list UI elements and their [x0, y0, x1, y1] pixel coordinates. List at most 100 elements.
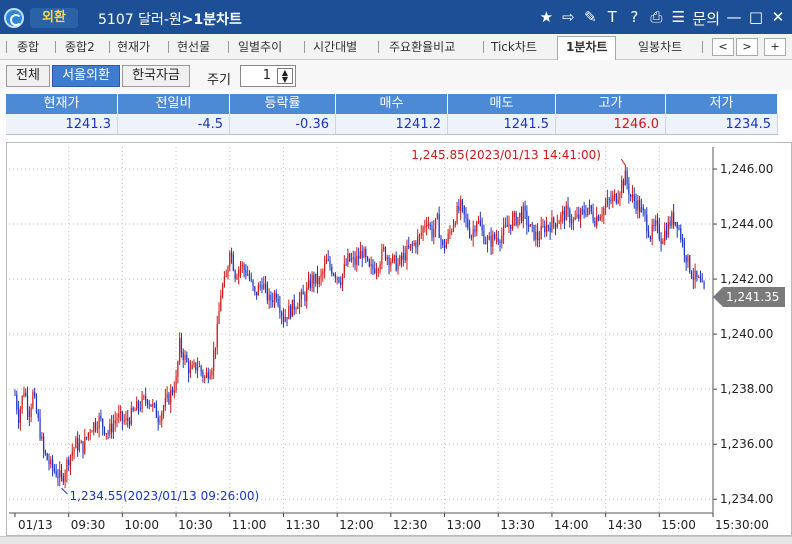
candle-body: [388, 257, 390, 266]
candle-body: [180, 338, 183, 353]
candle-body: [365, 249, 367, 257]
candle-body: [542, 225, 544, 227]
tab-tick-chart[interactable]: Tick차트: [491, 38, 537, 55]
candle-body: [581, 209, 583, 211]
tab-prev-button[interactable]: <: [712, 38, 734, 56]
candle-body: [613, 193, 616, 197]
candle-body: [284, 317, 286, 322]
maximize-icon[interactable]: □: [748, 8, 764, 29]
candle-body: [678, 228, 680, 230]
candle-body: [309, 280, 311, 289]
candle-body: [347, 253, 349, 265]
candle-body: [658, 223, 660, 239]
candle-body: [322, 271, 324, 274]
candle-body: [630, 194, 632, 197]
candle-body: [615, 193, 617, 203]
candle-body: [413, 242, 415, 245]
candle-body: [227, 266, 229, 277]
candle-body: [307, 280, 310, 288]
candle-body: [277, 299, 279, 306]
candle-body: [125, 418, 127, 421]
tab-daily-chart[interactable]: 일봉차트: [638, 38, 682, 55]
tab-add-button[interactable]: +: [764, 38, 786, 56]
chart-canvas[interactable]: 01/13 09:30 10:00 10:30 11:00 11:30 12:00 12:30…: [7, 143, 791, 535]
period-value[interactable]: 1: [241, 66, 275, 86]
tab-summary2[interactable]: 종합2: [65, 38, 95, 55]
candle-body: [653, 224, 655, 226]
screen-tabs: 종합 종합2 현재가 현선물 일별추이 시간대별 주요환율비교 Tick차트 1…: [0, 34, 792, 60]
market-seoul-button[interactable]: 서울외환: [52, 65, 120, 87]
list-icon[interactable]: ☰: [670, 8, 686, 29]
candle-body: [528, 225, 530, 227]
candle-body: [207, 372, 209, 379]
market-badge[interactable]: 외환: [30, 8, 78, 28]
market-all-button[interactable]: 전체: [6, 65, 50, 87]
candle-body: [520, 212, 523, 222]
candle-body: [214, 347, 217, 351]
candle-body: [495, 238, 498, 240]
close-icon[interactable]: ✕: [770, 8, 786, 29]
text-icon[interactable]: T: [604, 8, 620, 29]
candle-body: [683, 241, 685, 256]
inquiry-button[interactable]: 문의: [692, 8, 720, 29]
candle-body: [579, 209, 582, 219]
candle-body: [662, 240, 664, 244]
y-tick-label: 1,234.00: [720, 492, 773, 506]
tab-fx-compare[interactable]: 주요환율비교: [389, 38, 455, 55]
tab-spot-futures[interactable]: 현선물: [177, 38, 210, 55]
quote-header: 매수: [336, 94, 448, 114]
print-icon[interactable]: ⎙: [648, 8, 664, 29]
candle-body: [80, 441, 82, 444]
candle-body: [100, 415, 102, 419]
candle-body: [467, 218, 469, 229]
candle-body: [438, 214, 440, 238]
candle-body: [166, 393, 168, 398]
export-icon[interactable]: ⇨: [560, 8, 576, 29]
title-bar: 외환 5107 달러-원>1분차트 ★ ⇨ ✎ T ? ⎙ ☰ 문의 — □ ✕: [0, 0, 792, 34]
tab-current-price[interactable]: 현재가: [117, 38, 150, 55]
market-korea-money-button[interactable]: 한국자금: [122, 65, 190, 87]
candle-body: [64, 473, 66, 482]
candle-body: [551, 217, 553, 233]
stepper-down-icon[interactable]: ▼: [278, 76, 292, 84]
candle-body: [488, 236, 490, 240]
tab-summary[interactable]: 종합: [17, 38, 39, 55]
candle-body: [383, 247, 385, 249]
candle-body: [671, 212, 673, 226]
candle-body: [420, 232, 422, 235]
link-icon[interactable]: ✎: [582, 8, 598, 29]
stepper-arrows-icon[interactable]: ▲ ▼: [277, 68, 293, 84]
candle-body: [397, 264, 399, 271]
candle-body: [635, 200, 637, 211]
candle-body: [476, 222, 478, 232]
minimize-icon[interactable]: —: [726, 8, 742, 29]
y-tick-label: 1,246.00: [720, 162, 773, 176]
tab-by-time[interactable]: 시간대별: [313, 38, 357, 55]
candle-body: [533, 225, 535, 240]
candle-body: [399, 256, 401, 265]
candle-body: [370, 264, 372, 267]
candle-body: [243, 264, 245, 270]
candle-body: [39, 418, 41, 439]
tab-daily-trend[interactable]: 일별추이: [238, 38, 282, 55]
chart-scrollbar[interactable]: [0, 536, 792, 544]
candle-body: [315, 273, 317, 284]
annotation-arrow: [61, 487, 68, 495]
candle-body: [32, 392, 34, 408]
star-icon[interactable]: ★: [538, 8, 554, 29]
candle-body: [599, 217, 601, 221]
price-chart[interactable]: 01/13 09:30 10:00 10:30 11:00 11:30 12:00 12:30…: [6, 142, 792, 536]
candle-body: [522, 205, 524, 222]
period-stepper[interactable]: 1 ▲ ▼: [240, 65, 296, 87]
help-icon[interactable]: ?: [626, 8, 642, 29]
quote-value: -0.36: [230, 114, 336, 135]
candle-body: [451, 230, 453, 232]
candle-body: [576, 214, 578, 218]
candle-body: [60, 470, 63, 477]
window-title: 5107 달러-원>1분차트: [98, 9, 242, 29]
candle-body: [256, 291, 258, 296]
tab-divider: [109, 41, 110, 53]
tab-next-button[interactable]: >: [736, 38, 758, 56]
tab-1min-chart[interactable]: 1분차트: [557, 36, 617, 60]
candle-body: [91, 431, 93, 433]
